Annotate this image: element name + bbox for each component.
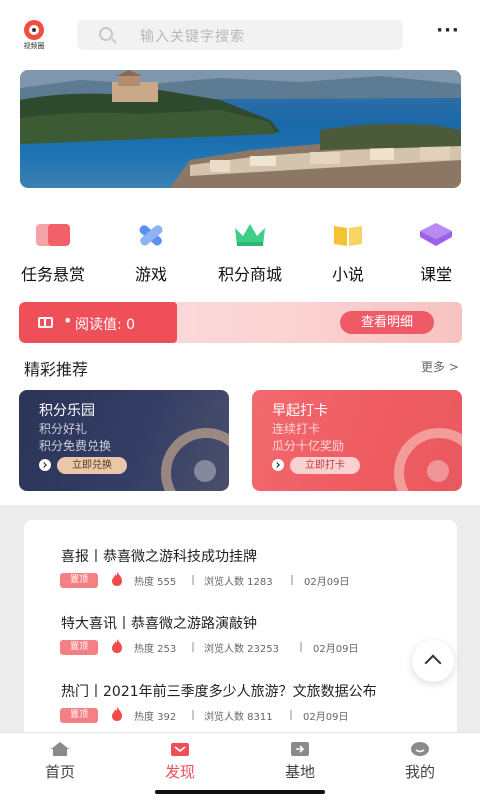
news-list: 喜报丨恭喜微之游科技成功挂牌 置顶 热度 555 浏览人数 1283 02月09…: [24, 520, 457, 740]
separator: [192, 642, 194, 652]
quick-entry-label: 积分商城: [217, 265, 282, 284]
tab-base[interactable]: 基地: [240, 733, 360, 793]
news-heat: 热度 555: [134, 577, 177, 588]
news-date: 02月09日: [313, 644, 359, 655]
home-indicator: [155, 790, 325, 794]
points-park-card[interactable]: 积分乐园 积分好礼 积分免费兑换 立即兑换: [19, 390, 229, 491]
news-date: 02月09日: [304, 577, 350, 588]
banner-scenery: [20, 70, 461, 188]
reading-value-label: 阅读值: 0: [75, 317, 136, 333]
news-title[interactable]: 特大喜讯丨恭喜微之游路演敲钟: [61, 613, 257, 633]
news-title[interactable]: 热门丨2021年前三季度多少人旅游？文旅数据公布: [61, 681, 377, 701]
coin-icon: [194, 460, 216, 482]
base-icon: [291, 742, 309, 756]
news-heat: 热度 392: [134, 712, 177, 723]
fire-icon: [112, 639, 122, 653]
view-detail-button[interactable]: 查看明细: [340, 311, 434, 334]
news-views: 浏览人数 8311: [204, 712, 273, 723]
back-to-top-button[interactable]: [412, 640, 454, 682]
separator: [300, 642, 302, 652]
pinned-badge: 置顶: [60, 640, 98, 655]
home-icon: [51, 742, 69, 756]
card-decoration: [394, 428, 462, 491]
card-title: 积分乐园: [39, 403, 95, 419]
header: 视频圈 输入关键字搜索 ···: [0, 0, 480, 70]
fire-icon: [112, 707, 122, 721]
news-views: 浏览人数 1283: [204, 577, 273, 588]
card-decoration: [161, 428, 229, 491]
quick-entry-row: 任务悬赏 游戏 积分商城 小说 课堂: [0, 220, 480, 290]
morning-checkin-card[interactable]: 早起打卡 连续打卡 瓜分十亿奖励 立即打卡: [252, 390, 462, 491]
tab-label: 首页: [44, 763, 75, 781]
news-date: 02月09日: [303, 712, 349, 723]
news-title[interactable]: 喜报丨恭喜微之游科技成功挂牌: [61, 546, 257, 566]
quick-entry-novel[interactable]: 小说: [303, 220, 393, 285]
quick-entry-label: 任务悬赏: [20, 265, 85, 284]
reading-value-panel: • 阅读值: 0: [19, 302, 177, 343]
card-subtitle: 积分好礼: [39, 422, 88, 436]
logo-icon: [24, 20, 44, 40]
checkin-now-button[interactable]: 立即打卡: [290, 457, 360, 474]
card-subtitle: 积分免费兑换: [39, 439, 112, 453]
pinned-badge: 置顶: [60, 708, 98, 723]
class-icon: [420, 223, 452, 246]
tab-discover[interactable]: 发现: [120, 733, 240, 793]
news-heat: 热度 253: [134, 644, 177, 655]
tab-home[interactable]: 首页: [0, 733, 120, 793]
arrow-right-icon: [272, 459, 284, 471]
arrow-right-icon: [39, 459, 51, 471]
novel-icon: [334, 226, 362, 246]
banner-image[interactable]: [20, 70, 461, 188]
card-title: 早起打卡: [272, 403, 328, 419]
quick-entry-class[interactable]: 课堂: [391, 220, 480, 285]
tab-label: 我的: [404, 763, 435, 781]
section-title: 精彩推荐: [24, 360, 89, 379]
quick-entry-mall[interactable]: 积分商城: [205, 220, 295, 285]
reading-dot: •: [63, 311, 73, 330]
news-item[interactable]: 特大喜讯丨恭喜微之游路演敲钟 置顶 热度 253 浏览人数 23253 02月0…: [24, 613, 457, 673]
news-item[interactable]: 喜报丨恭喜微之游科技成功挂牌 置顶 热度 555 浏览人数 1283 02月09…: [24, 546, 457, 606]
coin-icon: [427, 460, 449, 482]
quick-entry-label: 小说: [331, 265, 364, 284]
tab-profile[interactable]: 我的: [360, 733, 480, 793]
tab-label: 发现: [164, 763, 195, 781]
logo-text: 视频圈: [23, 42, 45, 50]
app-logo[interactable]: 视频圈: [18, 20, 50, 52]
quick-entry-label: 课堂: [419, 265, 452, 284]
card-subtitle: 连续打卡: [272, 422, 321, 436]
profile-icon: [411, 742, 429, 756]
separator: [192, 575, 194, 585]
separator: [291, 575, 293, 585]
search-placeholder[interactable]: 输入关键字搜索: [140, 26, 245, 46]
search-icon: [99, 27, 113, 41]
reading-value-bar: • 阅读值: 0 查看明细: [19, 302, 462, 343]
news-views: 浏览人数 23253: [204, 644, 279, 655]
game-icon: [139, 225, 163, 246]
card-subtitle: 瓜分十亿奖励: [272, 439, 345, 453]
more-menu-icon[interactable]: ···: [436, 22, 460, 43]
mall-icon: [235, 224, 265, 246]
quick-entry-label: 游戏: [134, 265, 167, 284]
search-bar[interactable]: 输入关键字搜索: [77, 20, 403, 50]
pinned-badge: 置顶: [60, 573, 98, 588]
discover-icon: [171, 743, 189, 756]
separator: [290, 710, 292, 720]
fire-icon: [112, 572, 122, 586]
redeem-now-button[interactable]: 立即兑换: [57, 457, 127, 474]
more-link[interactable]: 更多 >: [421, 358, 459, 375]
tab-label: 基地: [284, 763, 315, 781]
task-icon: [36, 224, 70, 246]
separator: [192, 710, 194, 720]
quick-entry-task[interactable]: 任务悬赏: [8, 220, 98, 285]
quick-entry-game[interactable]: 游戏: [106, 220, 196, 285]
book-icon: [38, 317, 53, 328]
